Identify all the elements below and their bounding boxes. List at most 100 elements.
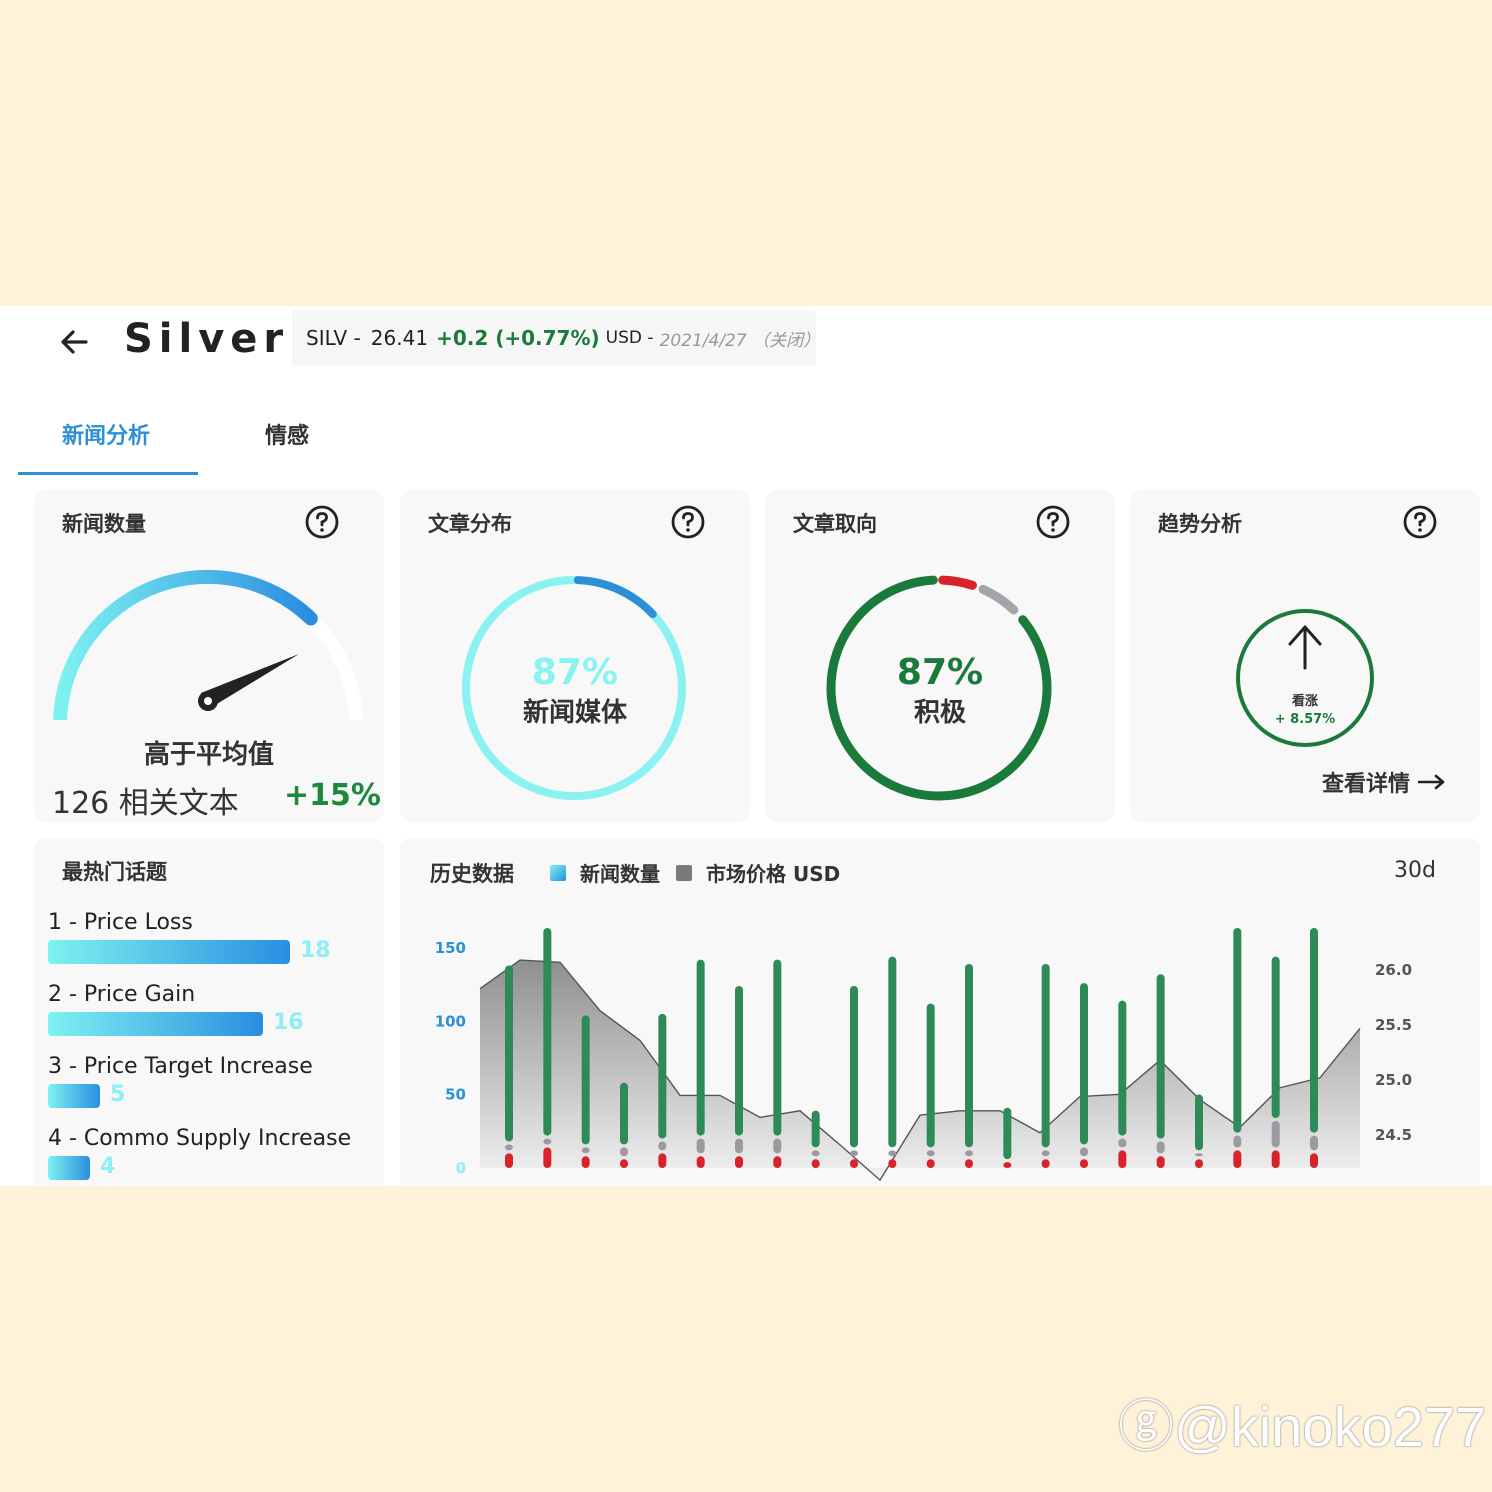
bar-positive: [1271, 956, 1280, 1118]
ring-negative-segment: [938, 575, 977, 590]
bar-negative: [1003, 1162, 1012, 1168]
distribution-percent: 87%: [531, 652, 619, 693]
topic-count: 5: [110, 1082, 126, 1107]
bar-positive: [888, 956, 897, 1148]
legend-label-price: 市场价格 USD: [706, 862, 841, 886]
bar-negative: [965, 1159, 973, 1168]
ticker-symbol: SILV -: [306, 326, 361, 350]
bar-neutral: [1118, 1138, 1127, 1148]
ticker-currency: USD -: [605, 328, 654, 348]
bar-positive: [620, 1082, 628, 1145]
topic-count: 16: [273, 1010, 304, 1035]
arrow-up-icon: [1288, 625, 1322, 670]
tab-sentiment[interactable]: 情感: [265, 418, 309, 450]
bar-negative: [581, 1156, 590, 1168]
right-axis-tick: 24.5: [1375, 1126, 1412, 1144]
arrow-right-icon: [1418, 774, 1445, 790]
bar-positive: [1156, 974, 1165, 1139]
ticker-bar: SILV - 26.41 +0.2 (+0.77%) USD - 2021/4/…: [292, 310, 820, 366]
bar-neutral: [581, 1147, 590, 1154]
arrow-left-icon[interactable]: [56, 322, 96, 362]
bar-negative: [1271, 1150, 1280, 1168]
bar-positive: [505, 965, 513, 1142]
orientation-percent: 87%: [896, 652, 984, 693]
bar-positive: [696, 959, 705, 1136]
bar-positive: [1041, 964, 1050, 1148]
hot-topics-card: 最热门话题 1 - Price Loss 18 2 - Price Gain 16 3 …: [34, 838, 384, 1186]
topic-bar[interactable]: [48, 1084, 100, 1108]
right-axis-tick: 25.5: [1375, 1016, 1412, 1034]
news-count-card: 新闻数量 高于平均值 126 相关文本 +15%: [34, 490, 384, 822]
bar-positive: [1080, 983, 1088, 1145]
bar-negative: [773, 1156, 782, 1168]
orientation-card: 文章取向 87% 积极: [765, 490, 1115, 822]
watermark-logo: ⓖ@kinoko277: [1118, 1395, 1487, 1458]
bar-neutral: [735, 1138, 743, 1154]
ticker-price: 26.41: [370, 326, 429, 350]
bar-positive: [965, 964, 973, 1148]
legend-label-news: 新闻数量: [580, 862, 660, 886]
ticker-date: 2021/4/27 （关闭）: [659, 330, 821, 351]
legend-swatch-price: [676, 864, 692, 881]
ring-other-segment: [573, 576, 657, 619]
question-circle-icon[interactable]: [304, 504, 340, 540]
bar-neutral: [620, 1147, 628, 1157]
bar-neutral: [1195, 1153, 1203, 1157]
gauge-status: 高于平均值: [143, 740, 274, 770]
topic-name: 2 - Price Gain: [48, 982, 196, 1007]
bar-negative: [658, 1153, 667, 1168]
topic-bar[interactable]: [48, 940, 290, 964]
left-axis-tick: 0: [456, 1159, 466, 1177]
bar-positive: [735, 986, 743, 1136]
ticker-change: +0.2 (+0.77%): [436, 326, 600, 350]
bar-negative: [1080, 1159, 1088, 1168]
gauge-fill: [53, 569, 318, 720]
gauge-needle: [198, 654, 299, 711]
distribution-card: 文章分布 87% 新闻媒体: [400, 490, 750, 822]
topic-bar[interactable]: [48, 1156, 90, 1180]
view-details-link[interactable]: 查看详情: [1322, 766, 1446, 798]
bar-positive: [658, 1013, 667, 1139]
topic-bar[interactable]: [48, 1012, 263, 1036]
bar-positive: [543, 928, 552, 1136]
tab-news-analysis[interactable]: 新闻分析: [62, 418, 150, 450]
bar-positive: [1310, 928, 1318, 1133]
bar-positive: [581, 1015, 590, 1145]
legend-swatch-news: [550, 864, 566, 881]
bar-negative: [505, 1153, 513, 1168]
bar-neutral: [811, 1150, 820, 1157]
bar-negative: [696, 1156, 705, 1168]
bar-positive: [1233, 928, 1242, 1133]
bar-positive: [1118, 1000, 1127, 1136]
bar-positive: [1195, 1094, 1203, 1151]
bar-negative: [1156, 1156, 1165, 1168]
legend-news: 新闻数量: [550, 858, 660, 887]
card-title: 历史数据: [430, 862, 514, 886]
range-selector[interactable]: 30d: [1394, 858, 1436, 883]
bar-neutral: [850, 1150, 858, 1157]
price-area: [480, 960, 1360, 1181]
bar-negative: [543, 1147, 552, 1168]
topic-count: 18: [300, 938, 331, 963]
bar-neutral: [1271, 1121, 1280, 1148]
bar-negative: [1233, 1150, 1242, 1168]
bar-neutral: [1041, 1150, 1050, 1157]
bar-neutral: [1233, 1135, 1242, 1148]
bar-neutral: [1080, 1147, 1088, 1157]
bar-neutral: [505, 1144, 513, 1151]
bar-positive: [926, 1003, 935, 1148]
card-title: 最热门话题: [62, 860, 167, 884]
bar-negative: [1118, 1150, 1127, 1168]
trend-label: 看涨: [1291, 694, 1318, 709]
topic-count: 4: [100, 1154, 116, 1179]
bar-neutral: [696, 1138, 705, 1154]
news-change-percent: +15%: [284, 778, 381, 813]
bar-neutral: [1310, 1135, 1318, 1151]
bar-negative: [1041, 1159, 1050, 1168]
bar-negative: [735, 1156, 743, 1168]
right-axis-tick: 26.0: [1375, 961, 1412, 979]
left-axis-tick: 100: [435, 1012, 466, 1030]
left-axis-tick: 50: [445, 1086, 466, 1104]
orientation-label: 积极: [913, 698, 966, 728]
news-gauge: [53, 569, 363, 720]
